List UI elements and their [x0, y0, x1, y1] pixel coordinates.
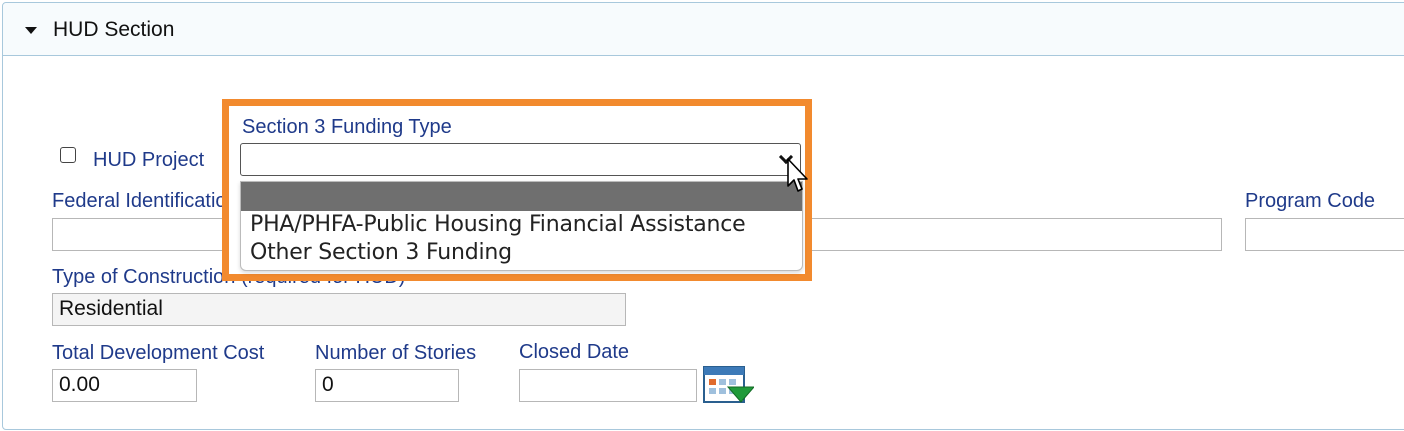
- dropdown-option-other-section3[interactable]: Other Section 3 Funding: [250, 240, 512, 265]
- number-of-stories-input[interactable]: 0: [315, 369, 459, 402]
- dropdown-option-blank[interactable]: [241, 182, 802, 211]
- caret-down-icon[interactable]: [25, 27, 37, 34]
- number-of-stories-label: Number of Stories: [315, 342, 477, 364]
- section3-dropdown-list: PHA/PHFA-Public Housing Financial Assist…: [240, 181, 803, 271]
- federal-identification-label: Federal Identification: [52, 190, 238, 212]
- panel-header[interactable]: HUD Section: [3, 3, 1404, 56]
- panel-title: HUD Section: [53, 18, 175, 41]
- section3-funding-type-label: Section 3 Funding Type: [242, 116, 452, 138]
- hud-project-label: HUD Project: [93, 149, 205, 171]
- program-code-label: Program Code: [1245, 190, 1376, 212]
- dropdown-option-pha-phfa[interactable]: PHA/PHFA-Public Housing Financial Assist…: [250, 212, 746, 237]
- hud-project-checkbox[interactable]: [60, 147, 76, 163]
- type-of-construction-field[interactable]: Residential: [52, 293, 626, 326]
- mouse-pointer-icon: [787, 158, 808, 192]
- closed-date-label: Closed Date: [519, 341, 630, 363]
- program-code-input[interactable]: [1245, 218, 1404, 251]
- total-development-cost-label: Total Development Cost: [52, 342, 265, 364]
- total-development-cost-input[interactable]: 0.00: [52, 369, 197, 402]
- closed-date-input[interactable]: [519, 369, 697, 402]
- section3-funding-type-select[interactable]: [240, 143, 801, 176]
- calendar-icon[interactable]: [702, 365, 754, 405]
